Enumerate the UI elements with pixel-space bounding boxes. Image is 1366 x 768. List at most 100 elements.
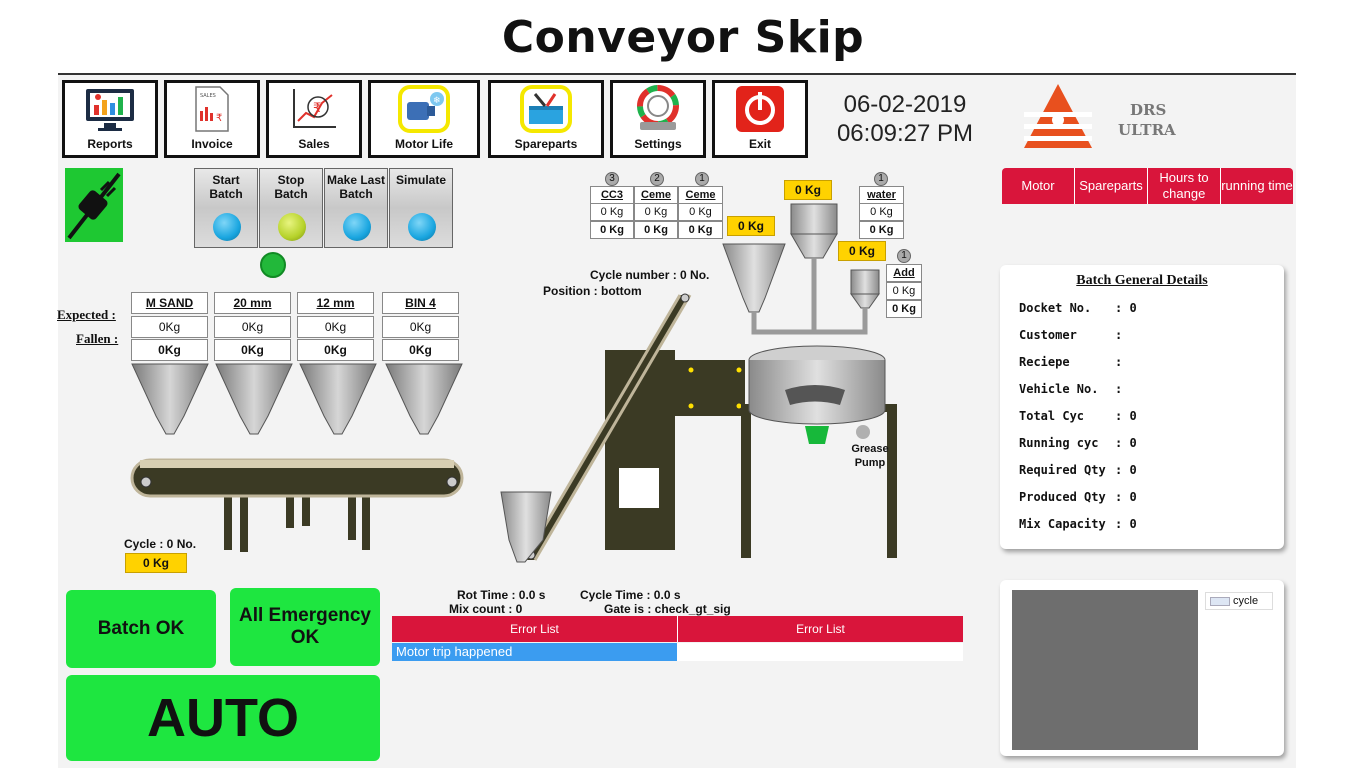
cement-fallen: 0 Kg: [590, 221, 634, 239]
details-sep: :: [1115, 328, 1123, 342]
bin-expected: 0Kg: [214, 316, 291, 338]
button-label: Simulate: [395, 173, 446, 187]
details-sep: :: [1115, 436, 1123, 450]
current-time: 06:09:27 PM: [836, 120, 974, 147]
additive-hopper-value: 0 Kg: [838, 241, 886, 261]
details-row: Mix Capacity: 0: [1019, 517, 1137, 531]
cement-expected: 0 Kg: [634, 203, 678, 221]
details-key: Running cyc: [1019, 436, 1099, 450]
toolbar-label: Reports: [87, 137, 133, 151]
tab-spareparts[interactable]: Spareparts: [1075, 168, 1148, 204]
error-row[interactable]: Motor trip happened: [392, 643, 963, 661]
right-tabs: Motor Spareparts Hours to change running…: [1002, 168, 1293, 204]
svg-text:₹: ₹: [216, 113, 222, 124]
bin-hopper-3: [299, 363, 377, 435]
invoice-button[interactable]: SALES ₹ Invoice: [164, 80, 260, 158]
toolbar-label: Invoice: [191, 137, 233, 151]
connection-plug-icon[interactable]: [65, 168, 123, 242]
cement-num: 1: [695, 172, 709, 186]
tab-motor[interactable]: Motor: [1002, 168, 1075, 204]
details-sep: :: [1115, 355, 1123, 369]
button-label: Stop Batch: [274, 173, 308, 201]
tab-running-time[interactable]: running time: [1221, 168, 1293, 204]
fallen-label: Fallen :: [76, 331, 119, 346]
water-expected: 0 Kg: [859, 203, 904, 221]
details-value: 0: [1129, 301, 1137, 315]
grease-pump-label: Grease Pump: [851, 443, 889, 469]
cement-hopper-value: 0 Kg: [727, 216, 775, 236]
all-emergency-ok-button[interactable]: All Emergency OK: [230, 588, 380, 666]
exit-button[interactable]: Exit: [712, 80, 808, 158]
details-row: Customer:: [1019, 328, 1122, 342]
details-sep: :: [1115, 301, 1123, 315]
error-message: Motor trip happened: [392, 643, 677, 661]
batch-ok-button[interactable]: Batch OK: [66, 590, 216, 668]
details-row: Produced Qty: 0: [1019, 490, 1137, 504]
button-label: Make Last Batch: [326, 173, 386, 201]
details-key: Reciepe: [1019, 355, 1070, 369]
timer-icon: [260, 252, 286, 278]
bin-name: BIN 4: [382, 292, 459, 314]
button-label: Start Batch: [209, 173, 243, 201]
settings-button[interactable]: Settings: [610, 80, 706, 158]
details-key: Produced Qty: [1019, 490, 1106, 504]
details-value: 0: [1129, 517, 1137, 531]
stop-batch-button[interactable]: Stop Batch: [259, 168, 323, 248]
toolbox-icon: [516, 83, 576, 135]
details-key: Required Qty: [1019, 463, 1106, 477]
chart-legend: cycle: [1205, 592, 1273, 610]
details-value: 0: [1129, 463, 1137, 477]
batch-general-details-card: Batch General Details Docket No.: 0 Cust…: [1000, 265, 1284, 549]
additive-num: 1: [897, 249, 911, 263]
skip-cycle-number: Cycle number : 0 No.: [590, 268, 710, 282]
cement-name: CC3: [590, 186, 634, 204]
mix-count: Mix count : 0: [449, 602, 523, 616]
simulate-knob-icon: [408, 213, 436, 241]
legend-label: cycle: [1233, 595, 1259, 607]
details-key: Total Cyc: [1019, 409, 1085, 423]
details-key: Customer: [1019, 328, 1077, 342]
start-batch-button[interactable]: Start Batch: [194, 168, 258, 248]
start-knob-icon: [213, 213, 241, 241]
bin-name: 20 mm: [214, 292, 291, 314]
additive-name: Add: [886, 264, 922, 282]
additive-fallen: 0 Kg: [886, 300, 922, 318]
legend-swatch: [1210, 596, 1230, 606]
error-list-header-cell: Error List: [678, 616, 963, 642]
bin-fallen: 0Kg: [297, 339, 374, 361]
auto-mode-button[interactable]: AUTO: [66, 675, 380, 761]
details-sep: :: [1115, 490, 1123, 504]
details-row: Vehicle No.:: [1019, 382, 1122, 396]
datetime: 06-02-2019 06:09:27 PM: [820, 90, 990, 148]
cement-name: Ceme: [634, 186, 678, 204]
bin-expected: 0Kg: [131, 316, 208, 338]
make-last-knob-icon: [343, 213, 371, 241]
cement-expected: 0 Kg: [590, 203, 634, 221]
cement-expected: 0 Kg: [678, 203, 723, 221]
bin-hopper-4: [385, 363, 463, 435]
error-message: [677, 643, 963, 661]
details-row: Docket No.: 0: [1019, 301, 1137, 315]
tab-hours-to-change[interactable]: Hours to change: [1148, 168, 1221, 204]
details-title: Batch General Details: [1076, 273, 1208, 288]
additive-expected: 0 Kg: [886, 282, 922, 300]
logo-line2: ULTRA: [1118, 121, 1176, 139]
logo-text: DRS ULTRA: [1118, 100, 1176, 140]
cement-fallen: 0 Kg: [634, 221, 678, 239]
cycle-chart-area: [1012, 590, 1198, 750]
stop-knob-icon: [278, 213, 306, 241]
toolbar-label: Sales: [298, 137, 330, 151]
make-last-batch-button[interactable]: Make Last Batch: [324, 168, 388, 248]
sales-button[interactable]: ₹ Sales: [266, 80, 362, 158]
motor-life-button[interactable]: ❄ Motor Life: [368, 80, 480, 158]
toolbar-label: Motor Life: [395, 137, 453, 151]
spareparts-button[interactable]: Spareparts: [488, 80, 604, 158]
current-date: 06-02-2019: [843, 91, 967, 118]
simulate-button[interactable]: Simulate: [389, 168, 453, 248]
details-key: Mix Capacity: [1019, 517, 1106, 531]
toolbar-label: Exit: [748, 137, 771, 151]
cement-num: 2: [650, 172, 664, 186]
error-list-header-cell: Error List: [392, 616, 678, 642]
cement-num: 3: [605, 172, 619, 186]
reports-button[interactable]: Reports: [62, 80, 158, 158]
